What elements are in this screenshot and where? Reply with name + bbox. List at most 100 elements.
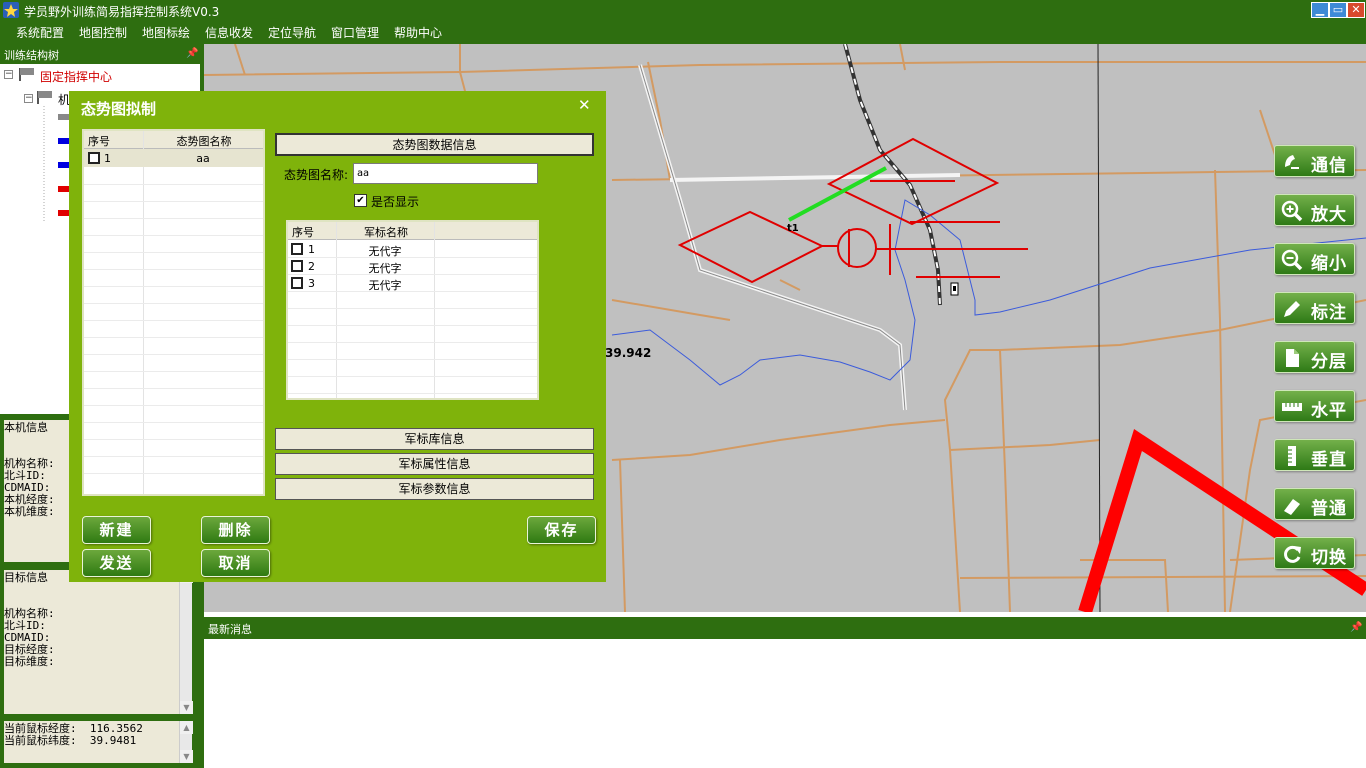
menu-bar: 系统配置 地图控制 地图标绘 信息收发 定位导航 窗口管理 帮助中心	[0, 20, 1366, 44]
cursor-lat-label: 当前鼠标纬度:	[4, 734, 77, 747]
flag-icon	[19, 68, 34, 81]
situation-map-list[interactable]: 序号 态势图名称 1 aa	[82, 129, 265, 496]
pin-icon[interactable]: 📌	[1350, 622, 1362, 633]
menu-map-control[interactable]: 地图控制	[79, 24, 127, 41]
messages-title: 最新消息	[208, 623, 252, 636]
cursor-lat-row: 当前鼠标纬度: 39.9481	[4, 735, 136, 747]
target-info-title: 目标信息	[4, 571, 48, 584]
list-header: 序号 态势图名称	[84, 131, 263, 149]
app-title: 学员野外训练简易指挥控制系统V0.3	[24, 5, 220, 19]
switch-button-label: 切换	[1311, 548, 1347, 568]
annotate-button[interactable]: 标注	[1274, 292, 1355, 324]
close-button[interactable]: ✕	[1347, 2, 1365, 18]
ruler-vertical-icon	[1288, 446, 1296, 466]
show-checkbox[interactable]: ✔	[354, 194, 367, 207]
annotate-button-label: 标注	[1311, 303, 1347, 323]
layers-icon	[1286, 349, 1299, 367]
menu-map-plot[interactable]: 地图标绘	[142, 24, 190, 41]
messages-header: 最新消息 📌	[204, 617, 1366, 639]
scroll-down-icon[interactable]: ▼	[180, 701, 193, 714]
list-row-no: 1	[104, 152, 111, 165]
ruler-horizontal-icon	[1282, 403, 1302, 411]
delete-button[interactable]: 删除	[201, 516, 270, 544]
symbol-library-section[interactable]: 军标库信息	[275, 428, 594, 450]
situation-map-dialog: 态势图拟制 ✕ 序号 态势图名称 1 aa 态势图数据信息 态势图名称: ✔ 是…	[69, 91, 606, 582]
symbol-row-no: 3	[308, 277, 315, 290]
minimize-button[interactable]: ▁	[1311, 2, 1329, 18]
normal-button-label: 普通	[1311, 499, 1347, 519]
dialog-close-button[interactable]: ✕	[578, 96, 591, 114]
menu-help[interactable]: 帮助中心	[394, 24, 442, 41]
tree-root-label[interactable]: 固定指挥中心	[40, 68, 112, 85]
tree-node-flags	[43, 106, 70, 221]
target-info-scrollbar[interactable]: ▲ ▼	[179, 570, 193, 714]
list-row-checkbox[interactable]	[88, 152, 100, 164]
name-input[interactable]	[353, 163, 538, 184]
horizontal-button-label: 水平	[1311, 401, 1347, 421]
menu-window[interactable]: 窗口管理	[331, 24, 379, 41]
name-label: 态势图名称:	[284, 168, 349, 182]
symbol-list-header: 序号 军标名称	[288, 222, 537, 240]
symbol-row-checkbox[interactable]	[291, 243, 303, 255]
symbol-header-name: 军标名称	[364, 226, 408, 239]
cursor-position-panel: 当前鼠标经度: 116.3562 当前鼠标纬度: 39.9481 ▲ ▼	[4, 721, 193, 763]
data-info-header: 态势图数据信息	[275, 133, 594, 156]
target-info-panel: 目标信息 机构名称: 北斗ID: CDMAID: 目标经度: 目标维度: ▲ ▼	[4, 570, 193, 714]
scroll-down-icon[interactable]: ▼	[180, 750, 193, 763]
vertical-button[interactable]: 垂直	[1274, 439, 1355, 471]
map-coordinate-label: 39.942	[605, 346, 652, 360]
app-logo-icon	[3, 2, 19, 18]
horizontal-button[interactable]: 水平	[1274, 390, 1355, 422]
title-bar: 学员野外训练简易指挥控制系统V0.3 ▁ ▭ ✕	[0, 0, 1366, 20]
collapse-icon[interactable]: −	[4, 70, 13, 79]
symbol-list[interactable]: 序号 军标名称 1 无代字 2 无代字 3 无代字	[286, 220, 539, 400]
comms-button[interactable]: 通信	[1274, 145, 1355, 177]
local-info-title: 本机信息	[4, 421, 48, 434]
zoom-out-icon	[1281, 249, 1303, 271]
target-info-lines: 机构名称: 北斗ID: CDMAID: 目标经度: 目标维度:	[4, 608, 55, 668]
refresh-icon	[1284, 545, 1301, 563]
menu-navigation[interactable]: 定位导航	[268, 24, 316, 41]
local-lat-label: 本机维度:	[4, 505, 55, 518]
cursor-lat-value: 39.9481	[89, 734, 137, 747]
pencil-icon	[1284, 301, 1300, 317]
cursor-scrollbar[interactable]: ▲ ▼	[179, 721, 193, 763]
collapse-icon[interactable]: −	[24, 94, 33, 103]
target-lat-label: 目标维度:	[4, 655, 55, 668]
zoom-in-icon	[1281, 200, 1303, 222]
symbol-row-name: 无代字	[368, 279, 402, 292]
list-header-no: 序号	[88, 135, 110, 148]
vertical-button-label: 垂直	[1311, 450, 1347, 470]
zoom-out-button[interactable]: 缩小	[1274, 243, 1355, 275]
messages-area[interactable]	[204, 639, 1366, 768]
menu-system-config[interactable]: 系统配置	[16, 24, 64, 41]
list-header-name: 态势图名称	[176, 135, 232, 148]
show-label: 是否显示	[371, 195, 420, 209]
symbol-attributes-section[interactable]: 军标属性信息	[275, 453, 594, 475]
flag-icon	[37, 91, 52, 104]
send-button[interactable]: 发送	[82, 549, 151, 577]
symbol-parameters-section[interactable]: 军标参数信息	[275, 478, 594, 500]
save-button[interactable]: 保存	[527, 516, 596, 544]
cancel-button[interactable]: 取消	[201, 549, 270, 577]
layers-button-label: 分层	[1311, 352, 1347, 372]
symbol-row-checkbox[interactable]	[291, 277, 303, 289]
dialog-title: 态势图拟制	[81, 100, 157, 118]
scroll-up-icon[interactable]: ▲	[180, 721, 193, 734]
symbol-row-checkbox[interactable]	[291, 260, 303, 272]
new-button[interactable]: 新建	[82, 516, 151, 544]
symbol-row-no: 2	[308, 260, 315, 273]
menu-messaging[interactable]: 信息收发	[205, 24, 253, 41]
symbol-row-name: 无代字	[368, 245, 402, 258]
zoom-in-button-label: 放大	[1311, 205, 1347, 225]
zoom-in-button[interactable]: 放大	[1274, 194, 1355, 226]
restore-button[interactable]: ▭	[1329, 2, 1347, 18]
symbol-row-no: 1	[308, 243, 315, 256]
zoom-out-button-label: 缩小	[1311, 254, 1347, 274]
switch-button[interactable]: 切换	[1274, 537, 1355, 569]
map-marker-label: t1	[787, 223, 799, 234]
list-row-name: aa	[196, 152, 210, 165]
normal-button[interactable]: 普通	[1274, 488, 1355, 520]
layers-button[interactable]: 分层	[1274, 341, 1355, 373]
pin-icon[interactable]: 📌	[186, 48, 198, 59]
